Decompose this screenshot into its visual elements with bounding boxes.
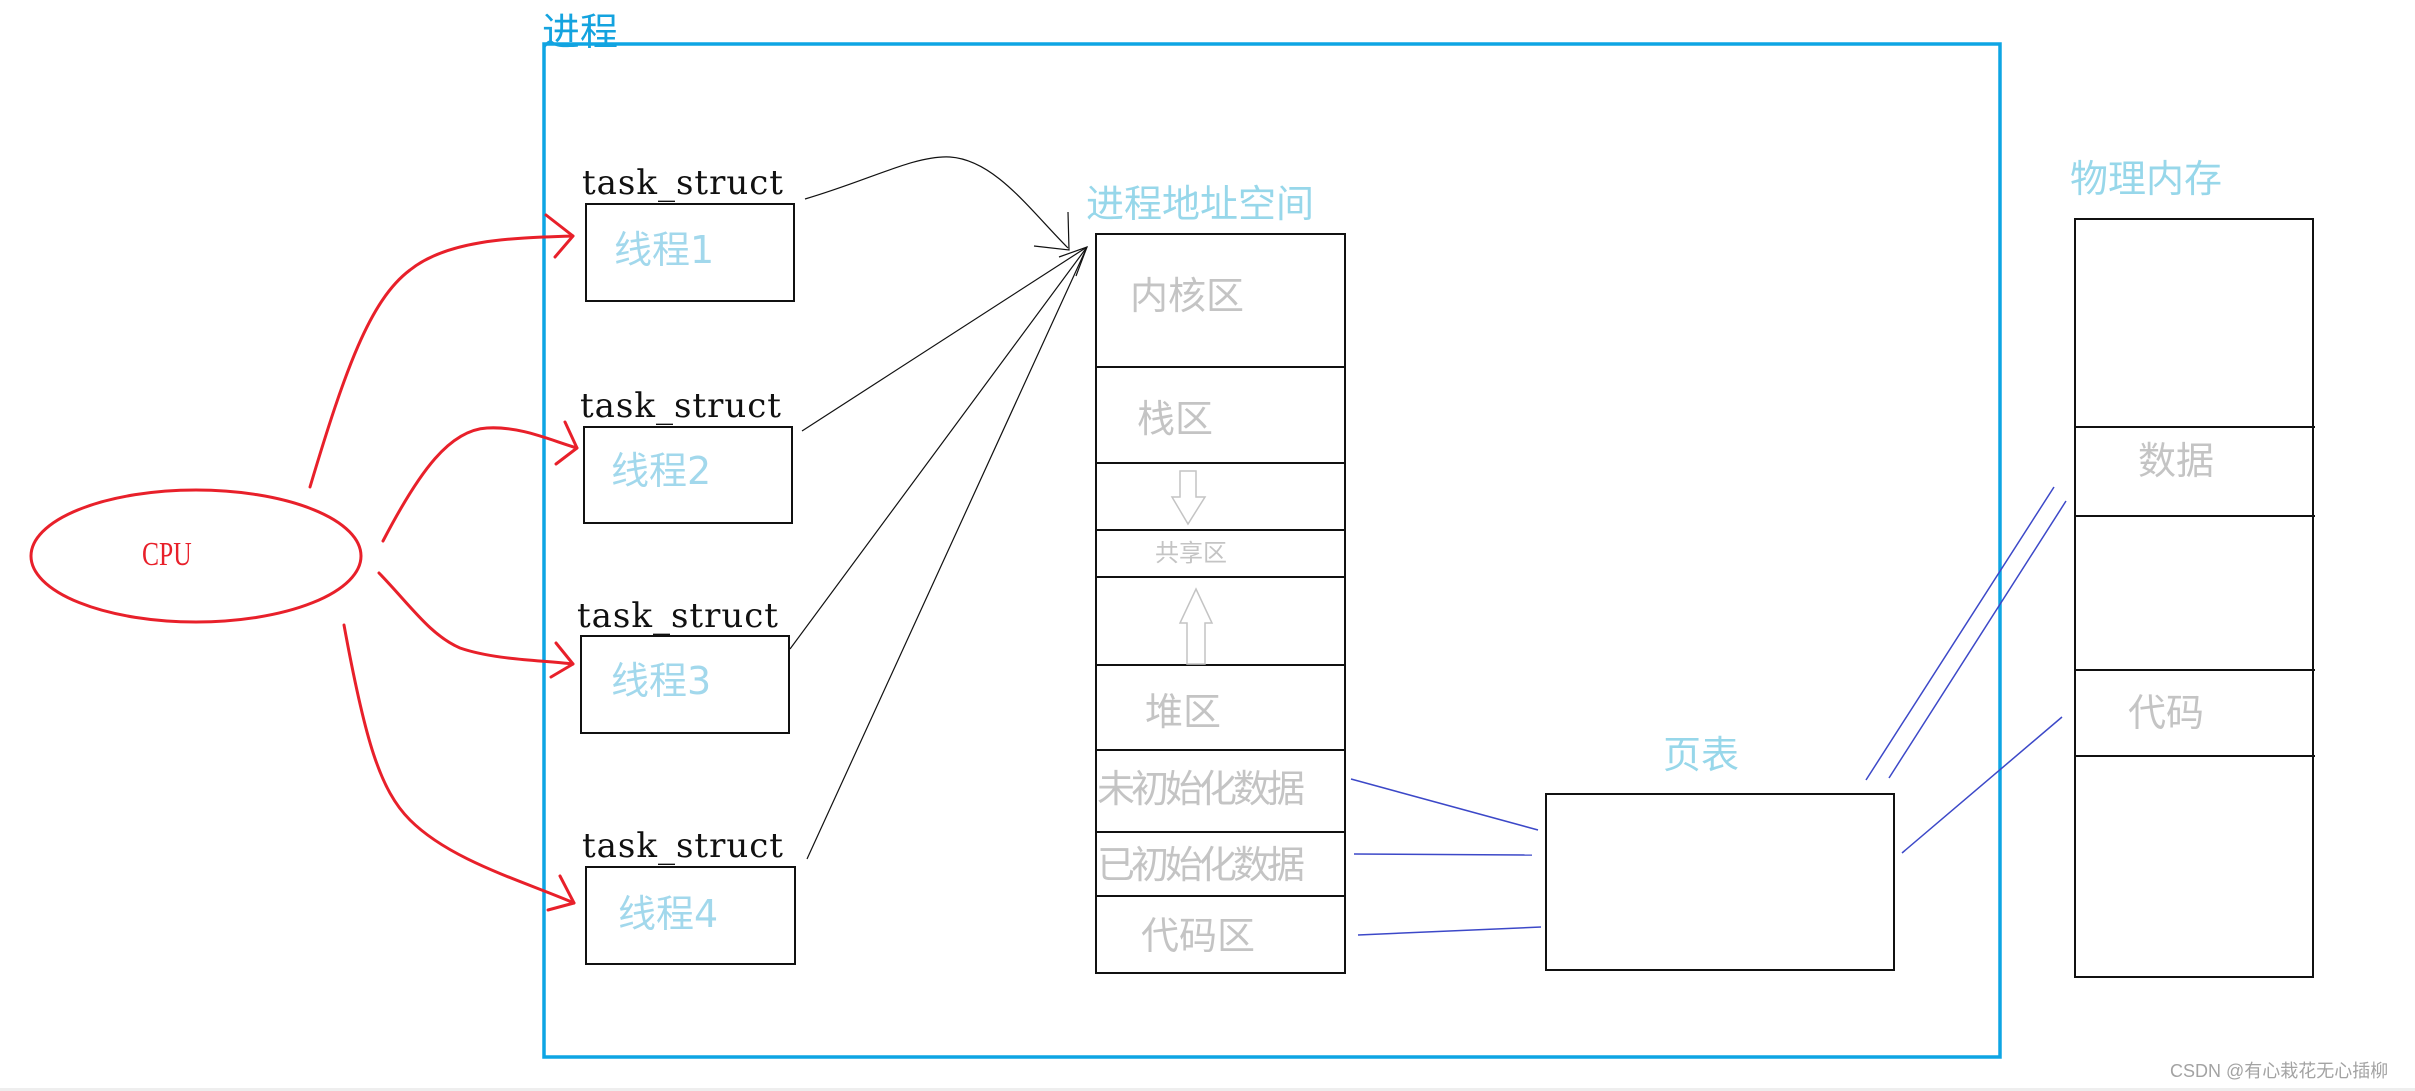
link-arrow-head bbox=[1058, 245, 1089, 277]
thread-label-3: 线程3 bbox=[611, 659, 712, 703]
link-thread3-addr bbox=[789, 246, 1088, 650]
physical-memory-title: 物理内存 bbox=[2070, 157, 2223, 201]
map-data-to-pagetable bbox=[1353, 853, 1533, 856]
cpu-arrow-thread3-head bbox=[549, 641, 575, 679]
task-struct-label-2: task_struct bbox=[580, 386, 782, 426]
watermark: CSDN @有心栽花无心插柳 bbox=[2170, 1061, 2389, 1081]
phys-segment-data: 数据 bbox=[2138, 439, 2215, 483]
map-bss-to-pagetable bbox=[1350, 778, 1539, 831]
map-pagetable-to-data-1 bbox=[1865, 486, 2055, 781]
thread-label-4: 线程4 bbox=[618, 892, 719, 936]
physical-memory-box bbox=[2074, 218, 2314, 978]
task-struct-label-4: task_struct bbox=[582, 826, 784, 866]
map-text-to-pagetable bbox=[1357, 926, 1542, 936]
cpu-arrow-thread2 bbox=[381, 426, 579, 543]
arrow-down-icon bbox=[1170, 470, 1207, 526]
segment-shared: 共享区 bbox=[1155, 539, 1227, 567]
segment-data: 已初始化数据 bbox=[1097, 843, 1305, 887]
link-thread1-addr bbox=[804, 156, 1069, 249]
segment-kernel: 内核区 bbox=[1130, 274, 1245, 318]
cpu-ellipse bbox=[29, 488, 363, 624]
arrow-up-icon bbox=[1178, 587, 1214, 665]
process-title: 进程 bbox=[542, 10, 619, 54]
diagram-canvas: 进程 CPU task_struct task_struct task_stru… bbox=[0, 0, 2415, 1091]
map-pagetable-to-code bbox=[1901, 716, 2063, 854]
thread-label-2: 线程2 bbox=[611, 449, 712, 493]
phys-segment-code: 代码 bbox=[2128, 691, 2205, 735]
address-space-title: 进程地址空间 bbox=[1086, 182, 1315, 226]
link-thread4-addr bbox=[806, 246, 1088, 860]
segment-text: 代码区 bbox=[1141, 914, 1256, 958]
cpu-label: CPU bbox=[142, 536, 192, 573]
page-table-box bbox=[1545, 793, 1895, 971]
cpu-arrow-thread4 bbox=[342, 623, 576, 905]
page-table-title: 页表 bbox=[1663, 733, 1740, 777]
cpu-arrow-thread1 bbox=[308, 234, 575, 489]
segment-heap: 堆区 bbox=[1145, 690, 1222, 734]
segment-bss: 未初始化数据 bbox=[1097, 767, 1305, 811]
thread-label-1: 线程1 bbox=[614, 228, 715, 272]
task-struct-label-3: task_struct bbox=[577, 596, 779, 636]
task-struct-label-1: task_struct bbox=[582, 163, 784, 203]
segment-stack: 栈区 bbox=[1137, 397, 1214, 441]
